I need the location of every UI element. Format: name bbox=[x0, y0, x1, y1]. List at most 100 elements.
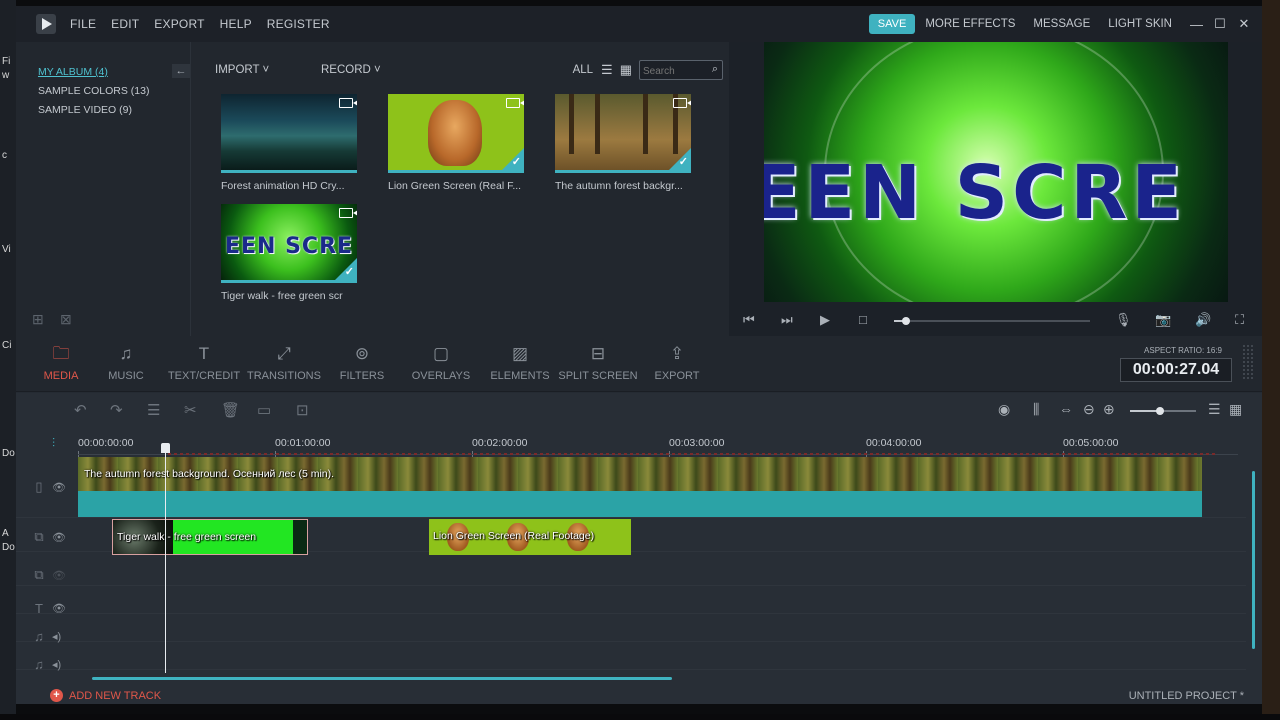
adjust-icon[interactable]: ☰ bbox=[147, 401, 160, 419]
volume-icon[interactable]: 🔊 bbox=[1195, 312, 1211, 328]
media-item[interactable]: ✓ Lion Green Screen (Real F... bbox=[388, 94, 524, 192]
add-track-label: ADD NEW TRACK bbox=[69, 689, 162, 702]
snap-icon[interactable]: ⫶ bbox=[52, 436, 55, 451]
project-name: UNTITLED PROJECT * bbox=[1128, 690, 1244, 702]
menu-register[interactable]: REGISTER bbox=[267, 17, 330, 31]
tab-text-credit[interactable]: T TEXT/CREDIT bbox=[164, 344, 244, 382]
more-effects-link[interactable]: MORE EFFECTS bbox=[925, 18, 1015, 30]
music-track-icon: ♫ bbox=[34, 629, 44, 644]
check-icon: ✓ bbox=[344, 266, 354, 278]
import-dropdown[interactable]: IMPORT ˅ bbox=[215, 64, 269, 76]
search-input[interactable] bbox=[640, 62, 702, 81]
step-forward-icon[interactable]: ⏭ bbox=[781, 312, 793, 328]
album-my-album[interactable]: MY ALBUM (4) bbox=[38, 66, 108, 78]
collapse-sidebar-icon[interactable]: ← bbox=[172, 64, 190, 78]
tab-overlays[interactable]: ▢ OVERLAYS bbox=[401, 344, 481, 382]
zoom-handle[interactable] bbox=[1155, 407, 1164, 415]
message-link[interactable]: MESSAGE bbox=[1033, 18, 1090, 30]
app-logo-icon bbox=[36, 14, 56, 34]
menu-file[interactable]: FILE bbox=[70, 17, 96, 31]
track-header-video: ▯ 👁 bbox=[30, 479, 66, 495]
vertical-scrollbar[interactable] bbox=[1252, 471, 1255, 649]
zoom-in-icon[interactable]: ⊕ bbox=[1103, 401, 1115, 418]
pip-clip[interactable]: Lion Green Screen (Real Footage) bbox=[429, 519, 631, 555]
visibility-eye-icon[interactable]: 👁 bbox=[52, 602, 66, 615]
media-bar bbox=[388, 170, 524, 173]
media-thumbnail: ✓ bbox=[555, 94, 691, 170]
desktop-label: Do bbox=[2, 448, 15, 459]
save-button[interactable]: SAVE bbox=[868, 14, 916, 34]
filters-icon: ⊚ bbox=[354, 344, 370, 363]
tab-music[interactable]: ♫ MUSIC bbox=[86, 344, 166, 382]
tab-split-screen[interactable]: ⊟ SPLIT SCREEN bbox=[558, 344, 638, 382]
drag-handle[interactable] bbox=[1242, 344, 1254, 380]
list-view-icon[interactable]: ☰ bbox=[601, 62, 613, 78]
menu-edit[interactable]: EDIT bbox=[111, 17, 139, 31]
thumbnail-overlay-text: EEN SCRE bbox=[224, 234, 354, 259]
menu-export[interactable]: EXPORT bbox=[154, 17, 204, 31]
video-icon bbox=[339, 98, 357, 108]
redo-icon[interactable]: ↷ bbox=[110, 401, 123, 419]
audio-mixer-icon[interactable]: ⫼ bbox=[1033, 401, 1039, 418]
render-preview-icon[interactable]: ◉ bbox=[998, 401, 1010, 418]
tab-elements[interactable]: ▨ ELEMENTS bbox=[480, 344, 560, 382]
progress-handle[interactable] bbox=[901, 317, 910, 325]
playback-progress[interactable] bbox=[894, 317, 1090, 325]
speaker-icon[interactable]: ◂) bbox=[52, 630, 61, 643]
play-icon[interactable]: ▶ bbox=[820, 312, 830, 328]
speaker-icon[interactable]: ◂) bbox=[52, 658, 61, 671]
snapshot-icon[interactable]: 📷 bbox=[1155, 312, 1171, 328]
library-view-controls: ALL ☰ ▦ ⌕ bbox=[573, 60, 723, 81]
tab-export[interactable]: ⇪ EXPORT bbox=[637, 344, 717, 382]
search-icon[interactable]: ⌕ bbox=[712, 63, 718, 76]
grid-view-icon[interactable]: ▦ bbox=[620, 62, 632, 78]
add-new-track-button[interactable]: + ADD NEW TRACK bbox=[50, 689, 161, 702]
fit-timeline-icon[interactable]: ⇔ bbox=[1059, 401, 1073, 417]
video-clip[interactable]: The autumn forest background. Осенний ле… bbox=[78, 457, 1202, 517]
visibility-eye-icon[interactable]: 👁 bbox=[52, 531, 66, 544]
track-list-icon[interactable]: ☰ bbox=[1208, 401, 1221, 418]
zoom-out-icon[interactable]: ⊖ bbox=[1083, 401, 1095, 418]
image-icon: ▨ bbox=[511, 344, 529, 363]
desktop-label: w bbox=[2, 70, 10, 81]
microphone-icon[interactable]: 🎙 bbox=[1115, 312, 1132, 328]
video-editor-window: FILE EDIT EXPORT HELP REGISTER SAVE MORE… bbox=[16, 6, 1262, 704]
close-icon[interactable]: ✕ bbox=[1238, 16, 1250, 32]
light-skin-link[interactable]: LIGHT SKIN bbox=[1108, 18, 1172, 30]
album-sample-video[interactable]: SAMPLE VIDEO (9) bbox=[38, 104, 132, 116]
undo-icon[interactable]: ↶ bbox=[74, 401, 87, 419]
visibility-eye-icon[interactable]: 👁 bbox=[52, 569, 66, 582]
freeze-frame-icon[interactable]: ⊡ bbox=[296, 401, 309, 419]
record-dropdown[interactable]: RECORD ˅ bbox=[321, 64, 381, 76]
crop-icon[interactable]: ▭ bbox=[257, 401, 271, 419]
album-sample-colors[interactable]: SAMPLE COLORS (13) bbox=[38, 85, 149, 97]
clip-frame bbox=[293, 520, 307, 554]
delete-folder-icon[interactable]: ⊠ bbox=[60, 311, 72, 328]
media-title: Forest animation HD Cry... bbox=[221, 180, 345, 192]
delete-icon[interactable]: 🗑 bbox=[221, 401, 240, 419]
filter-all[interactable]: ALL bbox=[573, 64, 593, 76]
skip-back-icon[interactable]: ⏮ bbox=[743, 312, 755, 328]
media-item[interactable]: Forest animation HD Cry... bbox=[221, 94, 357, 192]
media-item[interactable]: EEN SCRE ✓ Tiger walk - free green scr bbox=[221, 204, 357, 302]
minimize-icon[interactable]: — bbox=[1190, 17, 1203, 32]
zoom-slider[interactable] bbox=[1130, 407, 1196, 415]
tab-transitions[interactable]: ⤢ TRANSITIONS bbox=[244, 344, 324, 382]
cut-icon[interactable]: ✂ bbox=[184, 401, 197, 419]
menu-help[interactable]: HELP bbox=[220, 17, 252, 31]
title-bar: FILE EDIT EXPORT HELP REGISTER SAVE MORE… bbox=[16, 6, 1262, 42]
media-item[interactable]: ✓ The autumn forest backgr... bbox=[555, 94, 691, 192]
add-folder-icon[interactable]: ⊞ bbox=[32, 311, 44, 328]
tab-filters[interactable]: ⊚ FILTERS bbox=[322, 344, 402, 382]
playhead[interactable] bbox=[165, 445, 166, 673]
stop-icon[interactable]: □ bbox=[859, 312, 867, 327]
visibility-eye-icon[interactable]: 👁 bbox=[52, 481, 66, 494]
grid-icon[interactable]: ▦ bbox=[1229, 401, 1242, 418]
pip-track-icon: ⧉ bbox=[34, 529, 44, 544]
pip-clip[interactable]: Tiger walk - free green screen bbox=[112, 519, 308, 555]
media-bar bbox=[221, 170, 357, 173]
maximize-icon[interactable]: ☐ bbox=[1214, 16, 1226, 32]
horizontal-scrollbar[interactable] bbox=[92, 677, 672, 680]
fullscreen-icon[interactable]: ⛶ bbox=[1235, 312, 1244, 328]
media-library: MY ALBUM (4) SAMPLE COLORS (13) SAMPLE V… bbox=[16, 42, 729, 336]
